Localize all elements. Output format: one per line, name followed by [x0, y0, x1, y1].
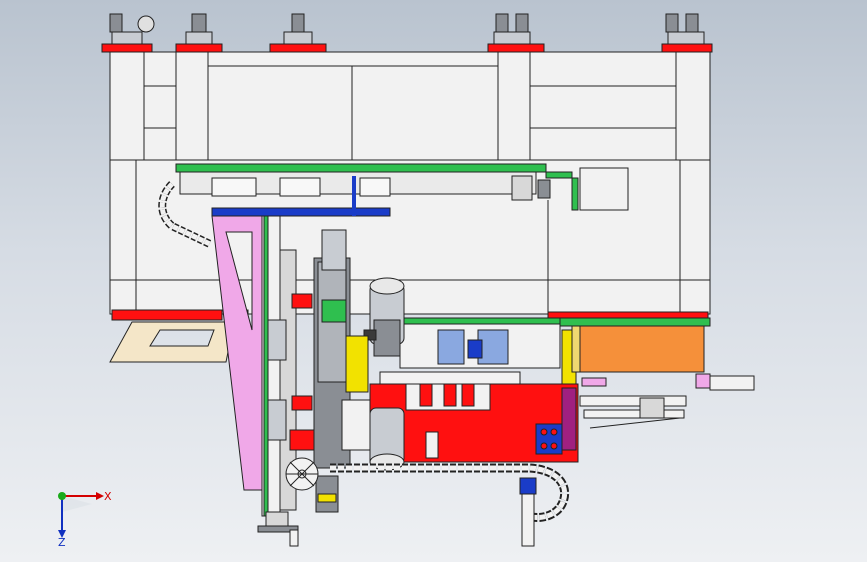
caster-5 [661, 13, 713, 53]
center-guide-block [399, 317, 561, 369]
caster-3 [269, 13, 327, 53]
column-foot [257, 511, 299, 547]
pink-block-right [695, 373, 711, 389]
servo-motor-top [363, 277, 405, 357]
handwheel [285, 457, 319, 491]
x-axis-label: X [104, 490, 112, 503]
servo-motor-bottom [341, 399, 405, 471]
orange-conveyor [559, 317, 711, 373]
blue-vertical-rod [352, 176, 356, 216]
coordinate-triad: X Z [58, 490, 112, 549]
y-axis-dot [58, 492, 66, 500]
cad-viewport[interactable]: X Z [0, 0, 867, 562]
carriage-top-bar [379, 371, 521, 385]
caster-4 [487, 13, 545, 53]
caster-2 [175, 13, 223, 53]
caster-1 [101, 13, 155, 53]
tan-base-plate [109, 321, 235, 363]
top-casters [101, 13, 713, 53]
x-axis-arrowhead [96, 492, 104, 500]
pink-sensor [581, 377, 607, 387]
blue-cross-beam [211, 207, 391, 217]
z-axis-label: Z [58, 536, 66, 549]
